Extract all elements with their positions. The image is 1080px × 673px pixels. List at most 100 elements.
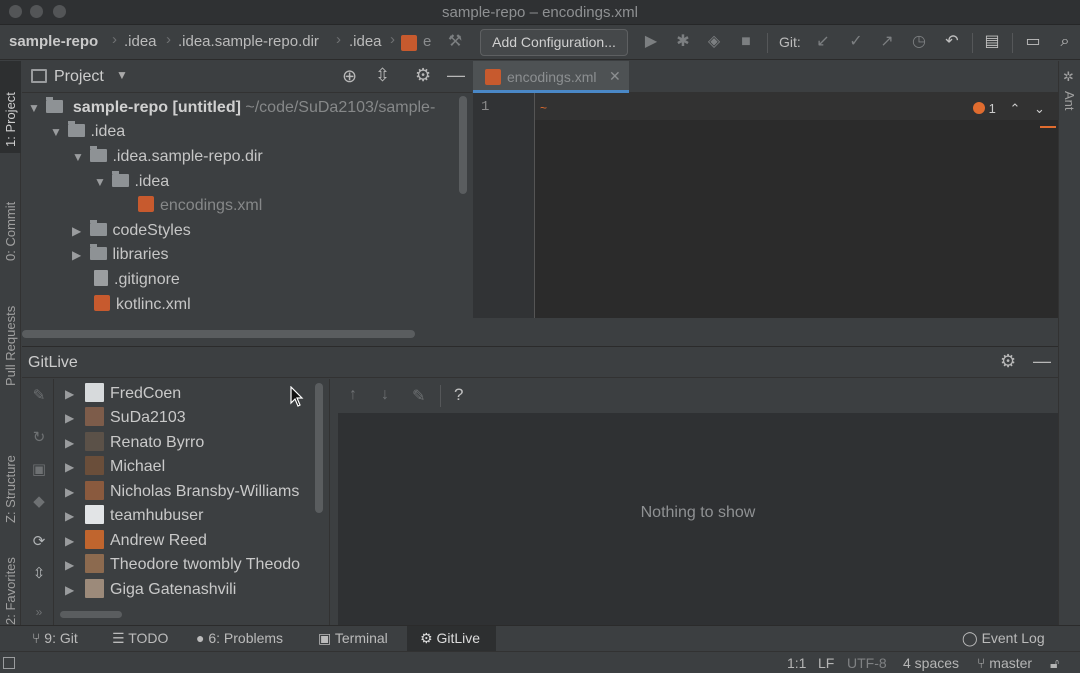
list-item[interactable]: ▶ FredCoen	[55, 382, 181, 406]
file-encoding[interactable]: UTF-8	[847, 655, 887, 671]
list-item[interactable]: ▶ Michael	[55, 455, 165, 479]
git-commit-icon[interactable]: ✓	[845, 31, 867, 53]
breadcrumb-idea-inner[interactable]: .idea	[349, 33, 382, 50]
tab-problems[interactable]: ● 6: Problems	[196, 630, 283, 646]
hammer-icon[interactable]: ⚒	[444, 31, 466, 53]
breadcrumb-project[interactable]: sample-repo	[9, 33, 98, 50]
list-item[interactable]: ▶ SuDa2103	[55, 406, 186, 430]
chevron-down-icon[interactable]: ▼	[94, 170, 108, 194]
edit-icon[interactable]: ✎	[412, 386, 425, 406]
chevron-right-icon[interactable]: ▶	[65, 406, 85, 430]
tree-item-encodings[interactable]: encodings.xml	[138, 194, 262, 218]
stop-icon[interactable]: ■	[735, 31, 757, 53]
tree-item-gitignore[interactable]: .gitignore	[94, 268, 180, 292]
chevron-right-icon[interactable]: ▶	[65, 480, 85, 504]
chevron-right-icon[interactable]: ▶	[65, 529, 85, 553]
chevron-down-icon[interactable]: ▼	[28, 96, 42, 120]
collapse-icon[interactable]: ⇳	[28, 563, 50, 585]
list-item[interactable]: ▶ Renato Byrro	[55, 431, 204, 455]
tree-item-root[interactable]: ▼ sample-repo [untitled] ~/code/SuDa2103…	[28, 96, 435, 120]
problems-indicator[interactable]: 1 ⌃ ⌄	[973, 101, 1045, 117]
coverage-icon[interactable]: ◈	[703, 31, 725, 53]
tab-ant[interactable]: Ant	[1062, 91, 1077, 111]
tab-terminal[interactable]: ▣ Terminal	[318, 630, 388, 647]
tree-item-codestyles[interactable]: ▶ codeStyles	[72, 219, 191, 243]
breadcrumb-idea-dir[interactable]: .idea.sample-repo.dir	[178, 33, 319, 50]
tab-git[interactable]: ⑂ 9: Git	[32, 630, 78, 646]
gear-icon[interactable]: ⚙	[415, 65, 431, 86]
tab-todo[interactable]: ☰ TODO	[112, 630, 168, 647]
git-push-icon[interactable]: ↗	[876, 31, 898, 53]
chevron-down-icon[interactable]: ⌄	[1034, 101, 1045, 116]
hide-panel-icon[interactable]: —	[447, 65, 465, 86]
tab-pull-requests[interactable]: Pull Requests	[0, 286, 21, 386]
close-icon[interactable]: ✕	[609, 68, 621, 85]
tab-project[interactable]: 1: Project	[0, 61, 21, 153]
chevron-down-icon[interactable]: ▼	[72, 145, 86, 169]
breadcrumb-file[interactable]: e	[423, 33, 431, 50]
presentation-icon[interactable]: ▭	[1022, 31, 1044, 53]
tree-item-idea-inner[interactable]: ▼ .idea	[94, 170, 169, 194]
help-icon[interactable]: ?	[454, 385, 463, 405]
tab-encodings-xml[interactable]: encodings.xml ✕	[473, 61, 629, 93]
chevron-right-icon[interactable]: ▶	[65, 431, 85, 455]
list-item[interactable]: ▶ Theodore twombly Theodo	[55, 553, 300, 577]
line-separator[interactable]: LF	[818, 655, 834, 671]
user-list-horizontal-scrollbar[interactable]	[60, 611, 122, 618]
list-item[interactable]: ▶ Nicholas Bransby-Williams	[55, 480, 299, 504]
breadcrumb-idea[interactable]: .idea	[124, 33, 157, 50]
tree-item-idea-dir[interactable]: ▼ .idea.sample-repo.dir	[72, 145, 263, 169]
list-item[interactable]: ▶ Giga Gatenashvili	[55, 578, 236, 602]
tab-commit[interactable]: 0: Commit	[0, 171, 21, 261]
error-stripe[interactable]	[1040, 126, 1056, 128]
chevron-right-icon[interactable]: ▶	[65, 455, 85, 479]
list-item[interactable]: ▶ teamhubuser	[55, 504, 203, 528]
chevron-right-icon[interactable]: ▶	[65, 382, 85, 406]
run-icon[interactable]: ▶	[640, 31, 662, 53]
chevron-up-icon[interactable]: ⌃	[1009, 101, 1020, 116]
search-icon[interactable]: ⌕	[1054, 31, 1076, 53]
project-structure-icon[interactable]: ▤	[981, 31, 1003, 53]
tree-item-idea[interactable]: ▼ .idea	[50, 120, 125, 144]
chevron-right-icon[interactable]: ▶	[72, 219, 86, 243]
history-icon[interactable]: ◷	[908, 31, 930, 53]
code-editor[interactable]: 1 ~ 1 ⌃ ⌄	[473, 93, 1058, 318]
layout-toggle-icon[interactable]	[3, 657, 15, 669]
tab-favorites[interactable]: 2: Favorites	[0, 543, 21, 625]
add-configuration-button[interactable]: Add Configuration...	[480, 29, 628, 56]
chevron-down-icon[interactable]: ▼	[50, 120, 64, 144]
sync-icon[interactable]: ⟳	[28, 531, 50, 553]
gear-icon[interactable]: ⚙	[1000, 351, 1016, 372]
project-vertical-scrollbar[interactable]	[459, 96, 467, 194]
lock-icon[interactable]: 🔓︎	[1050, 655, 1059, 672]
git-update-icon[interactable]: ↙	[812, 31, 834, 53]
arrow-up-icon[interactable]: ↑	[349, 386, 357, 404]
filter-icon[interactable]: ▣	[28, 459, 50, 481]
tab-structure[interactable]: Z: Structure	[0, 423, 21, 523]
rollback-icon[interactable]: ↶	[941, 31, 963, 53]
project-horizontal-scrollbar[interactable]	[22, 330, 415, 338]
list-item[interactable]: ▶ Andrew Reed	[55, 529, 207, 553]
tab-event-log[interactable]: ◯ Event Log	[962, 630, 1045, 647]
indent-setting[interactable]: 4 spaces	[903, 655, 959, 671]
hide-panel-icon[interactable]: —	[1033, 351, 1051, 372]
git-branch-widget[interactable]: ⑂ master	[977, 655, 1032, 671]
collapse-all-icon[interactable]: ⇳	[375, 65, 390, 86]
arrow-down-icon[interactable]: ↓	[381, 386, 389, 404]
tree-item-kotlinc[interactable]: kotlinc.xml	[94, 293, 191, 317]
edit-icon[interactable]: ✎	[28, 385, 50, 407]
more-icon[interactable]: »	[28, 601, 50, 623]
tab-gitlive[interactable]: ⚙ GitLive	[420, 630, 480, 647]
refresh-icon[interactable]: ↻	[28, 427, 50, 449]
chevron-right-icon[interactable]: ▶	[65, 553, 85, 577]
tree-item-libraries[interactable]: ▶ libraries	[72, 243, 168, 267]
user-list-vertical-scrollbar[interactable]	[315, 383, 323, 513]
chevron-down-icon[interactable]: ▼	[116, 68, 128, 82]
debug-icon[interactable]: ✱	[672, 31, 694, 53]
project-panel-title[interactable]: Project	[54, 68, 104, 86]
chevron-right-icon[interactable]: ▶	[65, 578, 85, 602]
locate-icon[interactable]: ⊕	[342, 66, 357, 87]
caret-position[interactable]: 1:1	[787, 655, 806, 671]
chevron-right-icon[interactable]: ▶	[65, 504, 85, 528]
chevron-right-icon[interactable]: ▶	[72, 243, 86, 267]
